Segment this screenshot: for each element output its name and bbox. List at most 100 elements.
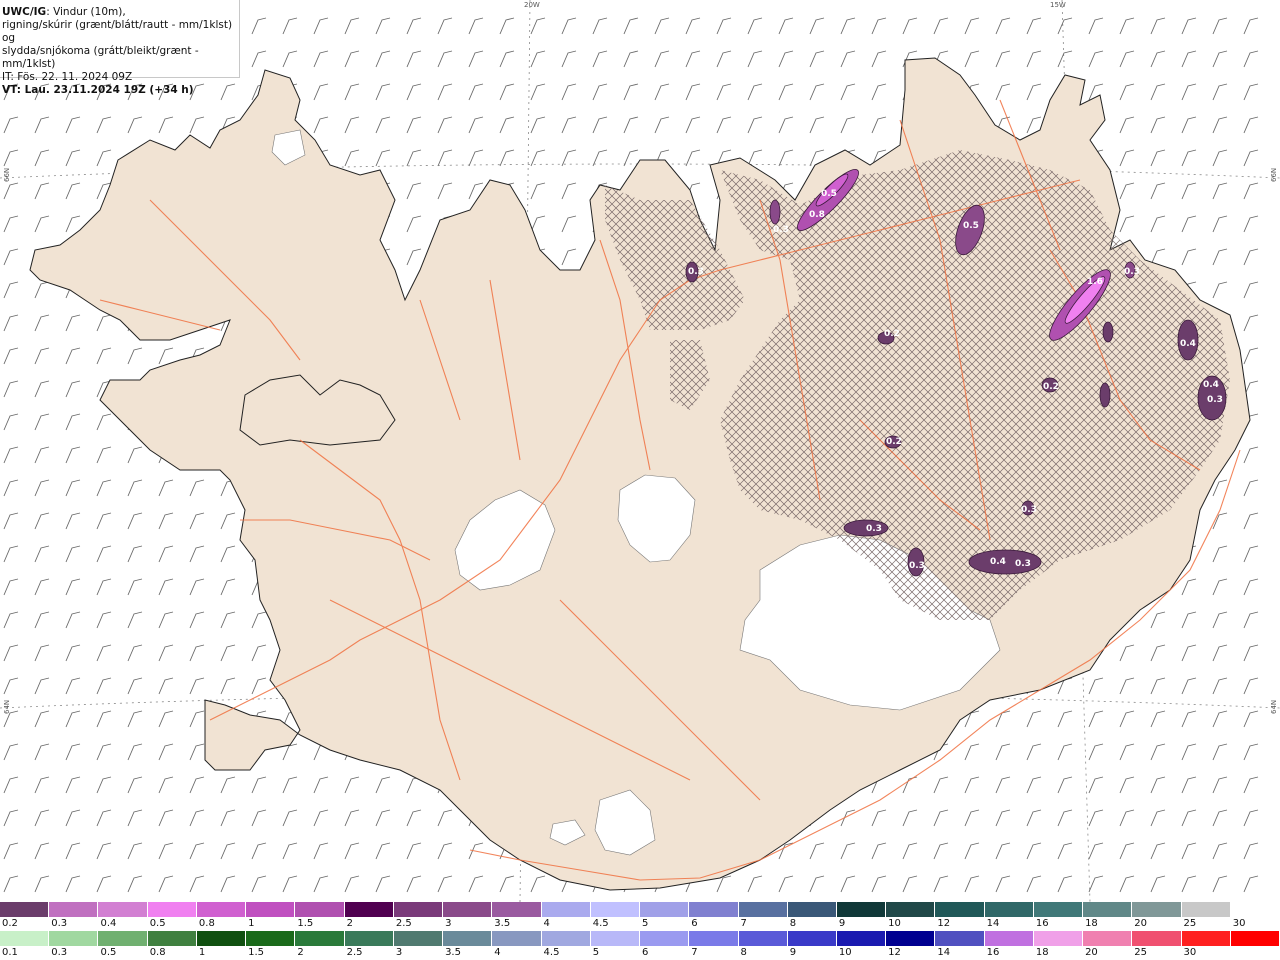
init-time: IT: Fös. 22. 11. 2024 09Z (2, 71, 133, 83)
rain-color-scale (0, 931, 1280, 946)
precip-label: 0.2 (886, 437, 902, 447)
rain-scale-swatch (590, 931, 641, 946)
rain-scale-swatch (443, 931, 493, 946)
precip-label: 0.3 (1207, 395, 1223, 405)
rain-scale-swatch (1230, 931, 1280, 946)
snow-scale-label: 3.5 (494, 918, 511, 929)
snow-scale-swatch (492, 902, 542, 917)
snow-scale-swatch (886, 902, 936, 917)
rain-scale-swatch (295, 931, 345, 946)
rain-scale-label: 3.5 (445, 947, 461, 958)
precip-label: 0.4 (1203, 380, 1219, 390)
snow-scale-swatch (590, 902, 641, 917)
precip-label: 0.5 (821, 189, 837, 199)
snow-scale-swatch (246, 902, 296, 917)
title-line-2: rigning/skúrir (grænt/blátt/rautt - mm/1… (2, 19, 233, 44)
snow-scale-label: 3 (445, 918, 452, 929)
title-line-1-rest: : Vindur (10m), (46, 6, 126, 18)
snow-scale-label: 1.5 (297, 918, 314, 929)
snow-scale-swatch (1083, 902, 1133, 917)
rain-scale-label: 0.5 (100, 947, 117, 958)
snow-scale-label: 0.2 (2, 918, 18, 929)
coord-label-15w: 15W (1050, 1, 1066, 9)
rain-scale-label: 8 (740, 947, 747, 958)
rain-scale-labels: 0.1 0.3 0.5 0.8 1 1.5 2 2.5 3 3.5 4 4.5 5 6 7 8 9 10 12 14 1… (0, 947, 1280, 960)
rain-scale-label: 5 (592, 947, 600, 958)
snow-scale-label: 9 (838, 918, 846, 929)
snow-scale-swatch (1132, 902, 1182, 917)
snow-scale-label: 0.4 (100, 918, 117, 929)
snow-scale-label: 2 (346, 918, 353, 929)
snow-scale-swatch (935, 902, 985, 917)
snow-scale-swatch (147, 902, 197, 917)
snow-scale-label: 16 (1035, 918, 1049, 929)
rain-scale-swatch (541, 931, 591, 946)
precip-label: 1.6 (1087, 277, 1103, 287)
precip-label: 0.3 (909, 561, 925, 571)
snow-scale-swatch (393, 902, 444, 917)
precip-label: 0.2 (884, 329, 900, 339)
rain-scale-swatch (787, 931, 837, 946)
snow-scale-label: 4 (543, 918, 550, 929)
precip-label: 0.3 (866, 524, 882, 534)
rain-scale-swatch (886, 931, 936, 946)
snow-scale-label: 30 (1232, 918, 1246, 929)
rain-scale-label: 16 (986, 947, 1000, 958)
snow-scale-label: 0.5 (149, 918, 166, 929)
snow-scale-label: 12 (937, 918, 951, 929)
rain-scale-swatch (492, 931, 542, 946)
coord-label-20w: 20W (524, 1, 540, 9)
rain-scale-label: 30 (1183, 947, 1197, 958)
rain-scale-swatch (640, 931, 690, 946)
rain-scale-label: 14 (937, 947, 951, 958)
snow-scale-label: 18 (1085, 918, 1098, 929)
rain-scale-label: 20 (1085, 947, 1098, 958)
rain-scale-swatch (344, 931, 394, 946)
rain-scale-label: 12 (888, 947, 901, 958)
rain-scale-swatch (738, 931, 788, 946)
precip-label: 0.3 (1124, 267, 1140, 277)
rain-scale-label: 3 (395, 947, 403, 958)
rain-scale-swatch (196, 931, 247, 946)
snow-scale-swatch (1033, 902, 1084, 917)
snow-scale-swatch (689, 902, 739, 917)
rain-scale-swatch (246, 931, 296, 946)
rain-scale-swatch (984, 931, 1034, 946)
snow-scale-label: 4.5 (592, 918, 609, 929)
snow-scale-label: 8 (789, 918, 797, 929)
snow-scale-swatch (295, 902, 345, 917)
model-code: UWC/IG (2, 6, 47, 18)
rain-scale-label: 7 (691, 947, 698, 958)
rain-scale-swatch (689, 931, 739, 946)
snow-scale-swatch (0, 902, 50, 917)
snow-scale-label: 1 (248, 918, 255, 929)
rain-scale-label: 1.5 (248, 947, 265, 958)
rain-scale-swatch (935, 931, 985, 946)
snow-scale-label: 0.8 (198, 918, 215, 929)
snow-scale-label: 7 (740, 918, 747, 929)
title-line-3: slydda/snjókoma (grátt/bleikt/grænt - mm… (2, 45, 199, 70)
precip-label: 0.3 (1021, 505, 1037, 515)
snow-scale-swatch (196, 902, 247, 917)
weather-map: 0.5 0.8 0.3 0.5 1.6 0.3 0.4 0.4 0.3 0.3 … (0, 0, 1280, 902)
rain-scale-label: 10 (838, 947, 852, 958)
precip-label: 0.3 (1015, 559, 1031, 569)
rain-scale-label: 2.5 (346, 947, 363, 958)
rain-scale-swatch (1132, 931, 1182, 946)
snow-scale-swatch (738, 902, 788, 917)
snow-scale-swatch (344, 902, 394, 917)
coord-label-64n-left: 64N (3, 699, 11, 714)
rain-scale-label: 2 (297, 947, 304, 958)
snow-scale-label: 10 (888, 918, 901, 929)
rain-scale-swatch (147, 931, 197, 946)
snow-scale-labels: 0.2 0.3 0.4 0.5 0.8 1 1.5 2 2.5 3 3.5 4 4.5 5 6 7 8 9 10 12… (0, 918, 1280, 931)
rain-scale-label: 0.1 (2, 947, 18, 958)
snow-scale-swatch (541, 902, 591, 917)
snow-scale-label: 6 (691, 918, 698, 929)
precip-label: 0.8 (809, 210, 825, 220)
rain-scale-swatch (836, 931, 887, 946)
map-title-box: UWC/IG: Vindur (10m), rigning/skúrir (gr… (0, 0, 240, 96)
valid-time: VT: Lau. 23.11.2024 19Z (+34 h) (2, 84, 194, 96)
rain-scale-swatch (393, 931, 444, 946)
rain-scale-swatch (1083, 931, 1133, 946)
